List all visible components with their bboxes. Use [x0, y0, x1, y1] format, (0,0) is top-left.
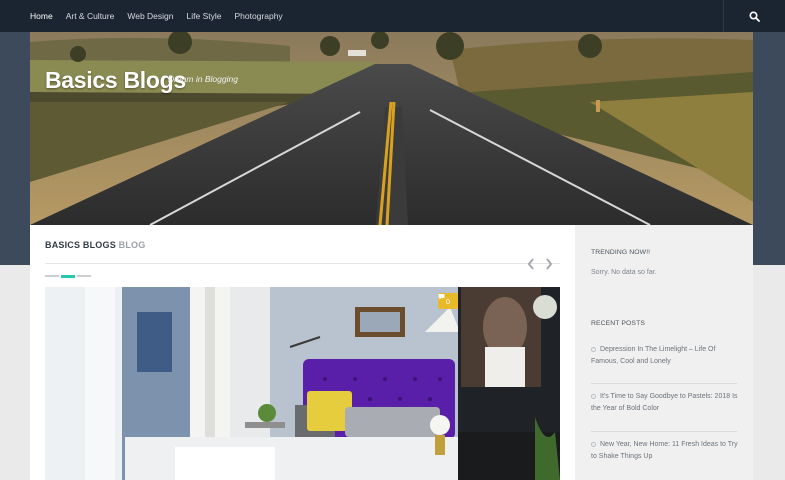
slider-next-button[interactable] [542, 257, 556, 271]
comment-icon [438, 294, 445, 300]
comment-count-badge[interactable]: 0 [438, 293, 458, 309]
section-heading-muted: BLOG [118, 240, 146, 250]
indicator-segment [77, 275, 91, 277]
section-heading: BASICS BLOGS BLOG [45, 240, 145, 250]
chevron-left-icon [527, 258, 534, 270]
recent-post-item[interactable]: Depression In The Limelight – Life Of Fa… [591, 344, 739, 367]
bullet-icon [591, 441, 596, 447]
comment-count: 0 [445, 296, 451, 306]
nav-item-photography[interactable]: Photography [234, 11, 282, 21]
slider-prev-button[interactable] [524, 257, 538, 271]
nav-item-art-culture[interactable]: Art & Culture [66, 11, 115, 21]
site-title[interactable]: Basics Blogs [45, 67, 186, 94]
main-content: BASICS BLOGS BLOG 0 [30, 225, 575, 480]
indicator-segment [45, 275, 59, 277]
featured-post-image [45, 287, 560, 480]
section-heading-strong: BASICS BLOGS [45, 240, 116, 250]
sidebar: TRENDING NOW!! Sorry. No data so far. RE… [575, 225, 753, 480]
recent-posts-widget-title: RECENT POSTS [591, 320, 645, 327]
chevron-right-icon [546, 258, 553, 270]
trending-widget-title: TRENDING NOW!! [591, 249, 651, 256]
top-navbar: Home Art & Culture Web Design Life Style… [0, 0, 785, 32]
indicator-segment-active [61, 275, 75, 278]
main-menu: Home Art & Culture Web Design Life Style… [30, 0, 296, 32]
nav-item-home[interactable]: Home [30, 11, 53, 21]
recent-post-link[interactable]: New Year, New Home: 11 Fresh Ideas to Tr… [591, 441, 738, 460]
bullet-icon [591, 346, 596, 352]
slider-indicator [45, 275, 91, 278]
divider [591, 383, 737, 384]
nav-item-life-style[interactable]: Life Style [187, 11, 222, 21]
divider [45, 263, 560, 264]
site-tagline: Dream in Blogging [168, 74, 238, 84]
trending-empty-text: Sorry. No data so far. [591, 269, 657, 276]
recent-post-link[interactable]: It's Time to Say Goodbye to Pastels: 201… [591, 393, 738, 412]
road-landscape-image [30, 32, 753, 225]
recent-post-item[interactable]: It's Time to Say Goodbye to Pastels: 201… [591, 391, 739, 414]
divider [591, 431, 737, 432]
recent-post-link[interactable]: Depression In The Limelight – Life Of Fa… [591, 346, 715, 365]
bullet-icon [591, 393, 596, 399]
featured-slider[interactable]: 0 [45, 287, 560, 480]
search-icon [749, 10, 760, 22]
header-image: Basics Blogs Dream in Blogging [30, 32, 753, 225]
recent-post-item[interactable]: New Year, New Home: 11 Fresh Ideas to Tr… [591, 439, 739, 462]
search-button[interactable] [723, 0, 785, 32]
nav-item-web-design[interactable]: Web Design [127, 11, 173, 21]
